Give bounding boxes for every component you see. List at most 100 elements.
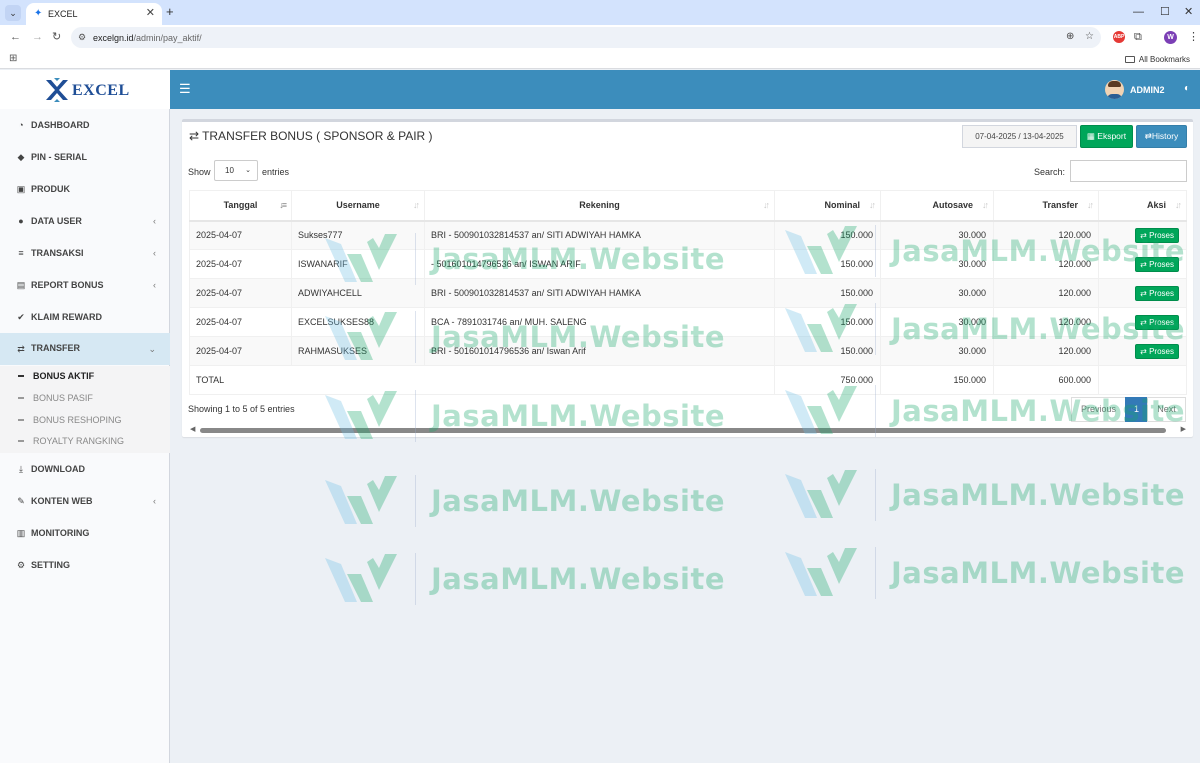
- control-sidebar-icon[interactable]: ◐: [1184, 83, 1190, 95]
- pagination-previous[interactable]: Previous: [1071, 397, 1126, 422]
- scroll-left-icon[interactable]: ◀: [190, 425, 195, 435]
- sidebar-item-setting[interactable]: ⚙ SETTING: [0, 555, 170, 575]
- apps-grid-icon[interactable]: ⊞: [9, 53, 17, 65]
- cell-transfer: 120.000: [993, 278, 1099, 308]
- search-input[interactable]: [1070, 160, 1187, 182]
- excel-logo-icon: [46, 78, 68, 102]
- submenu-item-royalty-rangking[interactable]: ROYALTY RANGKING: [0, 432, 170, 450]
- reload-icon[interactable]: ↻: [52, 30, 61, 44]
- address-bar[interactable]: ⚙ excelgn.id/admin/pay_aktif/ ⊕ ☆: [71, 27, 1101, 48]
- column-header-autosave[interactable]: Autosave ↓↑: [880, 190, 994, 222]
- tab-favicon-icon: ✦: [34, 8, 43, 19]
- cell-nominal: 150.000: [774, 307, 881, 337]
- proses-button[interactable]: ⇄ Proses: [1135, 343, 1179, 359]
- sidebar-item-konten-web[interactable]: ✎ KONTEN WEB ‹: [0, 491, 170, 511]
- watermark-text: JasaMLM.Website: [891, 478, 1186, 512]
- profile-avatar[interactable]: W: [1164, 31, 1177, 44]
- watermark-logo-icon: [325, 476, 397, 524]
- sidebar-item-transaksi[interactable]: ≡ TRANSAKSI ‹: [0, 243, 170, 263]
- forward-icon[interactable]: →: [32, 30, 43, 44]
- all-bookmarks-link[interactable]: All Bookmarks: [1124, 54, 1190, 65]
- browser-menu-icon[interactable]: ⋮: [1188, 30, 1199, 44]
- cell-tanggal: 2025-04-07: [189, 336, 292, 366]
- proses-button[interactable]: ⇄ Proses: [1135, 256, 1179, 272]
- pagination-page-1[interactable]: 1: [1125, 397, 1148, 422]
- bookmark-star-icon[interactable]: ☆: [1085, 31, 1094, 43]
- cell-aksi: ⇄ Proses: [1098, 249, 1187, 279]
- submenu-item-bonus-aktif[interactable]: BONUS AKTIF: [0, 367, 170, 385]
- cogs-icon: ⚙: [16, 560, 26, 570]
- tab-search-chevron-icon[interactable]: ⌄: [5, 5, 21, 21]
- tab-close-icon[interactable]: ✕: [146, 7, 155, 19]
- proses-button[interactable]: ⇄ Proses: [1135, 227, 1179, 243]
- column-header-username[interactable]: Username ↓↑: [291, 190, 425, 222]
- logo-text: EXCEL: [72, 82, 130, 99]
- column-header-rekening[interactable]: Rekening ↓↑: [424, 190, 775, 222]
- table-row: 2025-04-07 ADWIYAHCELL BRI - 50090103281…: [189, 278, 1187, 308]
- maximize-icon[interactable]: ☐: [1160, 5, 1170, 19]
- column-header-transfer[interactable]: Transfer ↓↑: [993, 190, 1099, 222]
- sidebar-item-dashboard[interactable]: ◔ DASHBOARD: [0, 115, 170, 135]
- cell-tanggal: 2025-04-07: [189, 249, 292, 279]
- cell-nominal: 150.000: [774, 220, 881, 250]
- sort-icon: ↓↑: [869, 200, 876, 210]
- history-button[interactable]: ⇄History: [1136, 125, 1187, 148]
- back-icon[interactable]: ←: [10, 30, 21, 44]
- date-range-picker[interactable]: 07-04-2025 / 13-04-2025: [962, 125, 1077, 148]
- transfer-table: Tanggal ↓≡ Username ↓↑ Rekening ↓↑ Nominal ↓…: [189, 190, 1187, 395]
- window-close-icon[interactable]: ✕: [1184, 5, 1193, 19]
- extensions-puzzle-icon[interactable]: ⧉: [1134, 30, 1142, 44]
- sidebar-item-pin-serial[interactable]: ◆ PIN - SERIAL: [0, 147, 170, 167]
- scrollbar-thumb[interactable]: [200, 428, 1166, 433]
- total-label: TOTAL: [189, 365, 775, 395]
- cell-rekening: BRI - 500901032814537 an/ SITI ADWIYAH H…: [424, 220, 775, 250]
- watermark-logo-icon: [785, 470, 857, 518]
- user-avatar[interactable]: [1105, 80, 1124, 99]
- table-row: 2025-04-07 EXCELSUKSES88 BCA - 789103174…: [189, 307, 1187, 337]
- column-header-nominal[interactable]: Nominal ↓↑: [774, 190, 881, 222]
- watermark: JasaMLM.Website: [323, 548, 733, 610]
- cell-autosave: 30.000: [880, 249, 994, 279]
- proses-button[interactable]: ⇄ Proses: [1135, 285, 1179, 301]
- site-info-icon[interactable]: ⚙: [78, 31, 86, 43]
- column-header-tanggal[interactable]: Tanggal ↓≡: [189, 190, 292, 222]
- sidebar-item-report-bonus[interactable]: ▤ REPORT BONUS ‹: [0, 275, 170, 295]
- sort-icon: ↓↑: [1087, 200, 1094, 210]
- page-title: ⇄ TRANSFER BONUS ( SPONSOR & PAIR ): [189, 129, 433, 143]
- search-label: Search:: [1034, 167, 1066, 177]
- browser-tab[interactable]: ✦ EXCEL ✕: [26, 3, 162, 25]
- submenu-item-bonus-pasif[interactable]: BONUS PASIF: [0, 389, 170, 407]
- app-logo[interactable]: EXCEL: [0, 70, 170, 109]
- history-icon: ⇄: [1144, 131, 1152, 141]
- minimize-icon[interactable]: —: [1133, 5, 1144, 19]
- sidebar-item-klaim-reward[interactable]: ✔ KLAIM REWARD: [0, 307, 170, 327]
- sidebar-item-data-user[interactable]: ● DATA USER ‹: [0, 211, 170, 231]
- entries-length-select[interactable]: 10 ⌄: [214, 160, 258, 181]
- total-autosave: 150.000: [880, 365, 994, 395]
- sidebar-item-transfer[interactable]: ⇄ TRANSFER ⌄: [0, 333, 170, 365]
- user-name[interactable]: ADMIN2: [1130, 84, 1165, 96]
- adblock-extension-icon[interactable]: ABP: [1113, 31, 1125, 43]
- pagination-next[interactable]: Next: [1147, 397, 1186, 422]
- tag-icon: ◆: [17, 152, 25, 162]
- sort-icon: ↓↑: [763, 200, 770, 210]
- sidebar-item-download[interactable]: ⤓ DOWNLOAD: [0, 459, 170, 479]
- sidebar-item-produk[interactable]: ▣ PRODUK: [0, 179, 170, 199]
- excel-file-icon: ▦: [1086, 131, 1095, 141]
- sort-icon: ↓↑: [413, 200, 420, 210]
- table-total-row: TOTAL 750.000 150.000 600.000: [189, 365, 1187, 395]
- sidebar-toggle-icon[interactable]: ☰: [179, 82, 191, 96]
- chevron-left-icon: ‹: [153, 280, 156, 290]
- proses-button[interactable]: ⇄ Proses: [1135, 314, 1179, 330]
- column-header-aksi[interactable]: Aksi ↓↑: [1098, 190, 1187, 222]
- export-button[interactable]: ▦ Eksport: [1080, 125, 1133, 148]
- sidebar-item-monitoring[interactable]: ▥ MONITORING: [0, 523, 170, 543]
- zoom-icon[interactable]: ⊕: [1066, 31, 1074, 43]
- submenu-item-bonus-reshoping[interactable]: BONUS RESHOPING: [0, 411, 170, 429]
- new-tab-icon[interactable]: +: [166, 4, 174, 20]
- horizontal-scrollbar[interactable]: ◀ ▶: [190, 426, 1186, 435]
- cell-nominal: 150.000: [774, 278, 881, 308]
- scroll-right-icon[interactable]: ▶: [1181, 425, 1186, 435]
- cell-transfer: 120.000: [993, 336, 1099, 366]
- watermark: JasaMLM.Website: [783, 464, 1193, 526]
